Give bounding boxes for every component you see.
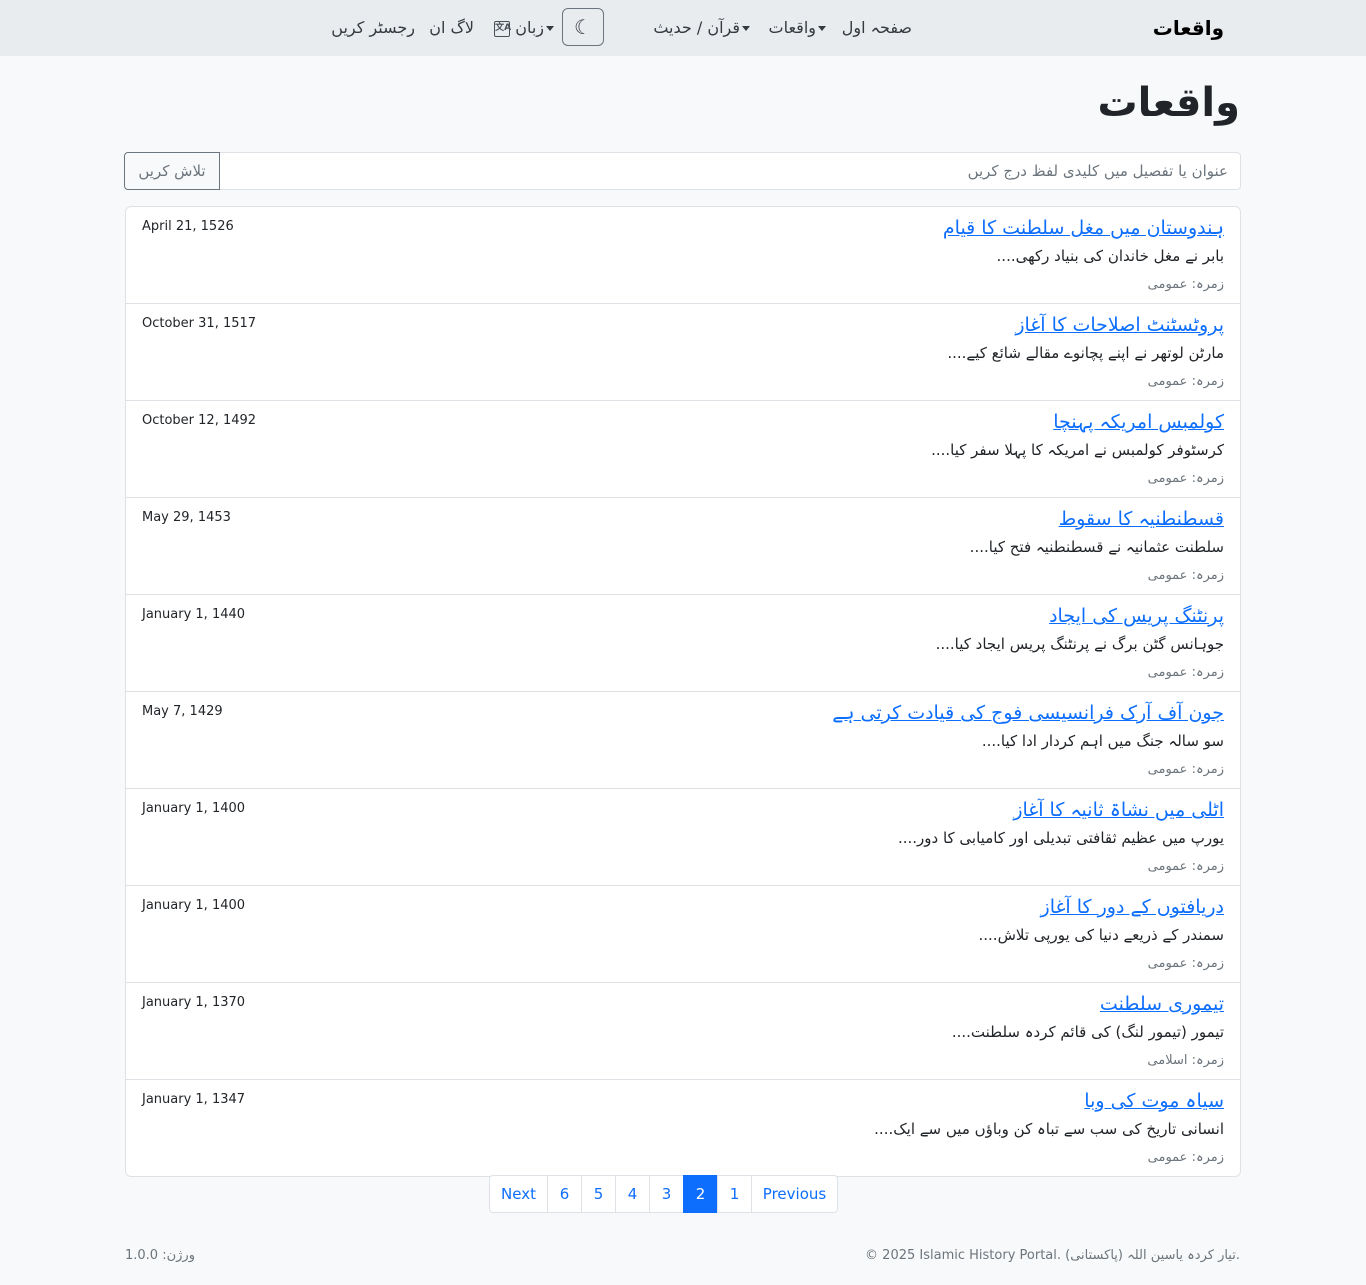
nav-language-dropdown[interactable]: 文A زبان (491, 18, 556, 37)
event-title-link[interactable]: پرنٹنگ پریس کی ایجاد (1049, 605, 1224, 627)
pagination-page-6[interactable]: 6 (547, 1175, 582, 1213)
nav-quran-hadith-label: قرآن / حدیث (653, 18, 740, 37)
event-date: January 1, 1370 (142, 995, 246, 1010)
nav-home[interactable]: صفحہ اول (842, 18, 912, 37)
nav-quran-hadith-dropdown[interactable]: قرآن / حدیث (653, 18, 752, 37)
event-list: ہندوستان میں مغل سلطنت کا قیام بابر نے م… (125, 206, 1241, 1177)
event-title-link[interactable]: اٹلی میں نشاۃ ثانیہ کا آغاز (1013, 799, 1224, 821)
event-description: کرسٹوفر کولمبس نے امریکہ کا پہلا سفر کیا… (931, 441, 1224, 459)
event-date: January 1, 1400 (142, 801, 246, 816)
event-title-link[interactable]: قسطنطنیہ کا سقوط (1059, 508, 1224, 530)
list-item: پرنٹنگ پریس کی ایجاد جوہانس گٹن برگ نے پ… (126, 595, 1240, 692)
navbar-brand[interactable]: واقعات (1153, 16, 1224, 40)
event-category: زمرہ: عمومی (1147, 665, 1224, 680)
event-category: زمرہ: عمومی (1147, 762, 1224, 777)
pagination-page-3[interactable]: 3 (649, 1175, 684, 1213)
footer-version: ورژن: 1.0.0 (125, 1248, 195, 1263)
event-title-link[interactable]: سیاہ موت کی وبا (1084, 1090, 1224, 1112)
list-item: ہندوستان میں مغل سلطنت کا قیام بابر نے م… (126, 207, 1240, 304)
event-description: بابر نے مغل خاندان کی بنیاد رکھی.... (996, 247, 1224, 265)
footer-copyright: © 2025 Islamic History Portal. تیار کردہ… (865, 1248, 1240, 1263)
event-category: زمرہ: عمومی (1147, 568, 1224, 583)
event-category: زمرہ: عمومی (1147, 374, 1224, 389)
event-date: April 21, 1526 (142, 219, 234, 234)
event-description: سلطنت عثمانیہ نے قسطنطنیہ فتح کیا.... (969, 538, 1224, 556)
page-title: واقعات (1097, 80, 1240, 126)
event-date: January 1, 1440 (142, 607, 246, 622)
event-date: October 12, 1492 (142, 413, 257, 428)
event-description: مارٹن لوتھر نے اپنے پچانوے مقالے شائع کی… (947, 344, 1224, 362)
theme-toggle-button[interactable]: ☾ (562, 8, 604, 46)
nav-login[interactable]: لاگ ان (429, 18, 474, 37)
event-title-link[interactable]: ہندوستان میں مغل سلطنت کا قیام (943, 217, 1224, 239)
list-item: تیموری سلطنت تیمور (تیمور لنگ) کی قائم ک… (126, 983, 1240, 1080)
event-category: زمرہ: عمومی (1147, 471, 1224, 486)
event-category: زمرہ: عمومی (1147, 277, 1224, 292)
list-item: پروٹسٹنٹ اصلاحات کا آغاز مارٹن لوتھر نے … (126, 304, 1240, 401)
event-date: May 29, 1453 (142, 510, 231, 525)
event-date: January 1, 1400 (142, 898, 246, 913)
list-item: جون آف آرک فرانسیسی فوج کی قیادت کرتی ہے… (126, 692, 1240, 789)
event-date: May 7, 1429 (142, 704, 223, 719)
list-item: سیاہ موت کی وبا انسانی تاریخ کی سب سے تب… (126, 1080, 1240, 1176)
pagination-next[interactable]: Next (489, 1175, 548, 1213)
search-button[interactable]: تلاش کریں (124, 152, 220, 190)
pagination: Next 6 5 4 3 2 1 Previous (489, 1175, 838, 1213)
list-item: دریافتوں کے دور کا آغاز سمندر کے ذریعے د… (126, 886, 1240, 983)
event-description: سمندر کے ذریعے دنیا کی یورپی تلاش.... (978, 926, 1225, 944)
event-description: انسانی تاریخ کی سب سے تباہ کن وباؤں میں … (874, 1120, 1224, 1138)
pagination-page-5[interactable]: 5 (581, 1175, 616, 1213)
chevron-down-icon (818, 26, 826, 31)
event-description: سو سالہ جنگ میں اہم کردار ادا کیا.... (981, 732, 1224, 750)
event-description: یورپ میں عظیم ثقافتی تبدیلی اور کامیابی … (897, 829, 1224, 847)
pagination-page-2-active[interactable]: 2 (683, 1175, 718, 1213)
list-item: کولمبس امریکہ پہنچا کرسٹوفر کولمبس نے ام… (126, 401, 1240, 498)
event-category: زمرہ: عمومی (1147, 956, 1224, 971)
chevron-down-icon (546, 26, 554, 31)
event-title-link[interactable]: تیموری سلطنت (1100, 993, 1224, 1015)
navbar: واقعات صفحہ اول واقعات قرآن / حدیث ☾ 文A … (0, 0, 1366, 56)
event-title-link[interactable]: دریافتوں کے دور کا آغاز (1041, 896, 1224, 918)
nav-register[interactable]: رجسٹر کریں (331, 18, 415, 37)
search-input[interactable] (219, 152, 1241, 190)
event-title-link[interactable]: پروٹسٹنٹ اصلاحات کا آغاز (1015, 314, 1224, 336)
event-category: زمرہ: عمومی (1147, 859, 1224, 874)
nav-events-dropdown[interactable]: واقعات (769, 18, 828, 37)
event-date: October 31, 1517 (142, 316, 257, 331)
event-description: تیمور (تیمور لنگ) کی قائم کردہ سلطنت.... (951, 1023, 1224, 1041)
list-item: قسطنطنیہ کا سقوط سلطنت عثمانیہ نے قسطنطن… (126, 498, 1240, 595)
translate-icon: 文A (494, 20, 511, 37)
list-item: اٹلی میں نشاۃ ثانیہ کا آغاز یورپ میں عظی… (126, 789, 1240, 886)
pagination-previous[interactable]: Previous (751, 1175, 838, 1213)
event-title-link[interactable]: جون آف آرک فرانسیسی فوج کی قیادت کرتی ہے (832, 702, 1224, 724)
nav-language-label: زبان (515, 18, 544, 37)
chevron-down-icon (742, 26, 750, 31)
event-category: زمرہ: اسلامی (1147, 1053, 1224, 1068)
event-title-link[interactable]: کولمبس امریکہ پہنچا (1053, 411, 1224, 433)
pagination-page-4[interactable]: 4 (615, 1175, 650, 1213)
event-category: زمرہ: عمومی (1147, 1150, 1224, 1165)
nav-events-label: واقعات (768, 18, 816, 37)
pagination-page-1[interactable]: 1 (717, 1175, 752, 1213)
event-date: January 1, 1347 (142, 1092, 246, 1107)
moon-icon: ☾ (574, 16, 592, 39)
event-description: جوہانس گٹن برگ نے پرنٹنگ پریس ایجاد کیا.… (935, 635, 1224, 653)
